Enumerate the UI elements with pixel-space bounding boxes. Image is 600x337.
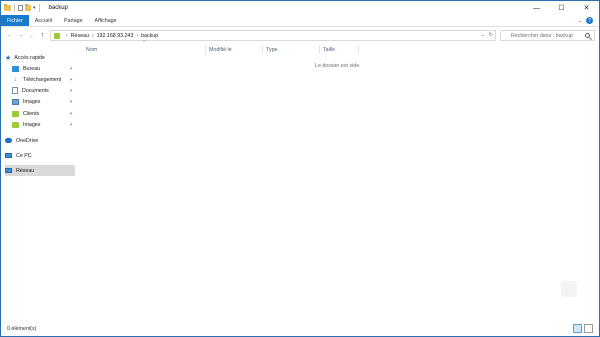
address-history-chevron-icon[interactable]: ⌄ [481,32,485,38]
empty-folder-message: Le dossier est vide. [315,63,361,69]
address-tools: ⌄ ↻ [481,32,493,38]
sidebar-item-label: Réseau [16,167,35,174]
sidebar-item-images-network[interactable]: Images ✦ [12,119,75,130]
search-input[interactable]: Rechercher dans : backup [500,30,595,41]
file-list[interactable]: ^ Nom Modifié le Type Taille Le dossier … [79,40,599,321]
chevron-down-icon[interactable]: ⌄ [578,18,582,24]
minimize-button[interactable]: — [524,1,549,15]
breadcrumb-separator-icon[interactable]: › [92,33,94,39]
breadcrumb-separator-icon[interactable]: › [136,33,138,39]
sort-ascending-icon: ^ [143,40,146,46]
window-title: backup [48,5,68,11]
folder-icon [4,4,11,11]
ribbon-right-controls: ⌄ ? [578,15,599,26]
document-icon [12,87,18,94]
column-divider[interactable] [205,45,206,54]
divider [38,4,40,12]
refresh-icon[interactable]: ↻ [489,32,493,38]
download-icon: ↓ [13,76,18,83]
back-arrow-icon[interactable]: ← [4,30,15,42]
sidebar-item-bureau[interactable]: Bureau ✦ [12,63,75,74]
file-explorer-window: ▾ backup — ☐ ✕ Fichier Accueil Partage A… [0,0,600,337]
item-count: 0 élément(s) [7,326,37,332]
new-folder-icon[interactable] [25,4,31,11]
search-placeholder: Rechercher dans : backup [511,32,573,39]
maximize-button[interactable]: ☐ [549,1,574,15]
sidebar-item-label: Bureau [23,65,41,72]
column-divider[interactable] [358,45,359,54]
computer-icon [5,153,12,158]
pin-icon: ✦ [69,98,73,104]
chevron-down-icon[interactable]: ▾ [33,5,36,11]
sidebar-item-label: Ce PC [16,152,32,159]
tab-accueil[interactable]: Accueil [29,15,58,26]
sidebar-item-label: Documents [22,87,49,94]
desktop-icon [12,65,19,72]
breadcrumb-backup[interactable]: backup [141,33,158,39]
network-folder-icon [12,110,19,117]
sidebar-item-label: OneDrive [16,137,39,144]
pin-icon: ✦ [69,65,73,71]
sidebar-item-label: Accès rapide [14,54,45,61]
details-view-icon[interactable] [573,324,582,333]
watermark-logo [561,281,577,297]
sidebar-item-onedrive[interactable]: OneDrive [5,135,75,146]
title-bar: ▾ backup — ☐ ✕ [1,1,599,15]
sidebar-item-network[interactable]: Réseau [5,165,75,176]
sidebar-item-clients[interactable]: Clients ✦ [12,108,75,119]
tab-fichier[interactable]: Fichier [1,15,29,26]
up-arrow-icon[interactable]: ↑ [37,30,48,42]
column-header-modified[interactable]: Modifié le [209,45,232,54]
sidebar-item-label: Clients [23,110,40,117]
column-divider[interactable] [319,45,320,54]
close-button[interactable]: ✕ [574,1,599,15]
column-header-size[interactable]: Taille [323,45,335,54]
pin-icon: ✦ [69,110,73,116]
sidebar-item-telechargements[interactable]: ↓ Téléchargement ✦ [12,74,75,85]
tab-partage[interactable]: Partage [58,15,89,26]
pin-icon: ✦ [69,76,73,82]
navigation-pane: ★ Accès rapide Bureau ✦ ↓ Téléchargement… [1,43,79,321]
divider [14,4,15,12]
column-header-type[interactable]: Type [266,45,277,54]
breadcrumb-ip[interactable]: 192.168.93.243 [97,33,134,39]
forward-arrow-icon[interactable]: → [15,30,26,42]
properties-icon[interactable] [18,5,23,11]
pictures-icon [12,98,19,105]
sidebar-item-quick-access[interactable]: ★ Accès rapide [5,52,75,63]
navigation-bar: ← → ⌄ ↑ › Réseau › 192.168.93.243 › back… [1,28,599,43]
status-bar: 0 élément(s) [1,321,599,337]
help-icon[interactable]: ? [586,17,593,24]
network-folder-icon [54,32,60,39]
pin-icon: ✦ [69,87,73,93]
address-bar[interactable]: › Réseau › 192.168.93.243 › backup ⌄ ↻ [50,30,496,41]
large-icons-view-icon[interactable] [584,324,593,333]
view-toggle [573,324,593,333]
sidebar-item-label: Téléchargement [23,76,62,83]
breadcrumb-separator-icon[interactable]: › [66,33,68,39]
ribbon-tabs: Fichier Accueil Partage Affichage ⌄ ? [1,15,599,27]
column-header-name[interactable]: Nom [86,45,97,54]
column-divider[interactable] [262,45,263,54]
sidebar-item-label: Images [23,121,41,128]
tab-affichage[interactable]: Affichage [89,15,123,26]
pin-icon: ✦ [69,121,73,127]
star-icon: ★ [5,54,12,62]
sidebar-item-documents[interactable]: Documents ✦ [12,85,75,96]
sidebar-item-images[interactable]: Images ✦ [12,96,75,107]
recent-locations-chevron-icon[interactable]: ⌄ [26,30,37,42]
network-folder-icon [12,121,19,128]
network-icon [5,168,12,173]
sidebar-item-this-pc[interactable]: Ce PC [5,150,75,161]
breadcrumb-reseau[interactable]: Réseau [71,33,89,39]
cloud-icon [5,138,12,143]
quick-access-toolbar: ▾ [1,1,41,15]
sidebar-item-label: Images [23,98,41,105]
search-icon [585,33,590,38]
window-controls: — ☐ ✕ [524,1,599,15]
